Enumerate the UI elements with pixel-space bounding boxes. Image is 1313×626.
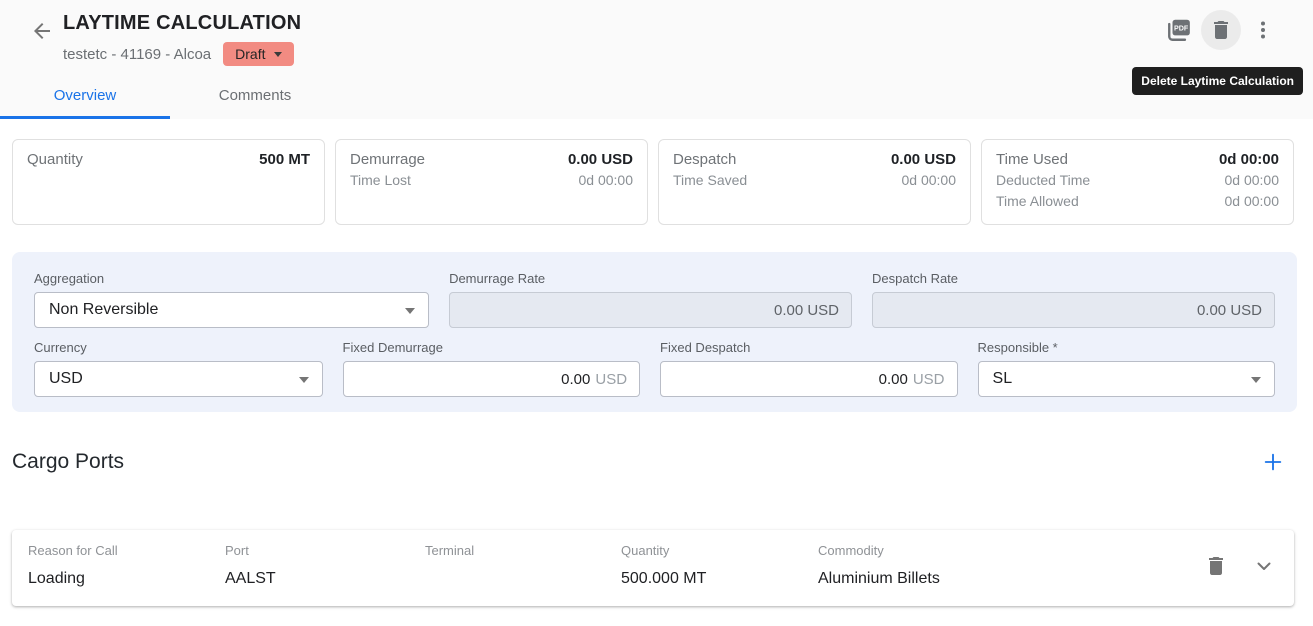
card-label: Time Saved bbox=[673, 170, 747, 191]
despatch-rate-field: Despatch Rate 0.00 USD bbox=[872, 271, 1275, 328]
laytime-calculation-page: LAYTIME CALCULATION testetc - 41169 - Al… bbox=[0, 0, 1313, 626]
field-label: Currency bbox=[34, 340, 323, 355]
pdf-icon: PDF bbox=[1166, 17, 1192, 43]
demurrage-rate-input: 0.00 USD bbox=[449, 292, 852, 328]
column-header-commodity: Commodity bbox=[818, 543, 1188, 558]
card-label: Quantity bbox=[27, 149, 83, 170]
card-label: Time Lost bbox=[350, 170, 411, 191]
responsible-value: SL bbox=[993, 370, 1013, 388]
despatch-rate-value: 0.00 USD bbox=[1197, 302, 1262, 319]
card-value: 0d 00:00 bbox=[1225, 191, 1280, 212]
field-label: Aggregation bbox=[34, 271, 429, 286]
chevron-down-icon bbox=[1252, 554, 1276, 578]
column-header-quantity: Quantity bbox=[621, 543, 818, 558]
voyage-reference: testetc - 41169 - Alcoa bbox=[63, 46, 211, 63]
despatch-rate-input: 0.00 USD bbox=[872, 292, 1275, 328]
field-label: Responsible * bbox=[978, 340, 1275, 355]
cargo-quantity-value: 500.000 MT bbox=[621, 569, 818, 589]
plus-icon bbox=[1262, 451, 1284, 473]
dropdown-caret-icon bbox=[299, 377, 309, 383]
card-value: 500 MT bbox=[259, 149, 310, 170]
delete-tooltip: Delete Laytime Calculation bbox=[1132, 67, 1303, 95]
despatch-card: Despatch 0.00 USD Time Saved 0d 00:00 bbox=[658, 139, 971, 225]
aggregation-select[interactable]: Non Reversible bbox=[34, 292, 429, 328]
field-label: Despatch Rate bbox=[872, 271, 1275, 286]
card-label: Time Allowed bbox=[996, 191, 1079, 212]
card-label: Despatch bbox=[673, 149, 736, 170]
card-value: 0.00 USD bbox=[891, 149, 956, 170]
aggregation-value: Non Reversible bbox=[49, 301, 158, 319]
demurrage-rate-value: 0.00 USD bbox=[774, 302, 839, 319]
currency-field: Currency USD bbox=[34, 340, 323, 397]
back-button[interactable] bbox=[28, 17, 56, 45]
fixed-despatch-value: 0.00 bbox=[879, 371, 908, 388]
card-label: Demurrage bbox=[350, 149, 425, 170]
fixed-demurrage-field: Fixed Demurrage 0.00 USD bbox=[343, 340, 640, 397]
card-label: Deducted Time bbox=[996, 170, 1090, 191]
page-title: LAYTIME CALCULATION bbox=[63, 12, 301, 35]
column-header-port: Port bbox=[225, 543, 425, 558]
currency-select[interactable]: USD bbox=[34, 361, 323, 397]
fixed-despatch-input[interactable]: 0.00 USD bbox=[660, 361, 957, 397]
status-badge-label: Draft bbox=[235, 46, 265, 62]
delete-button[interactable] bbox=[1201, 10, 1241, 50]
quantity-card: Quantity 500 MT bbox=[12, 139, 325, 225]
field-label: Fixed Demurrage bbox=[343, 340, 640, 355]
fixed-demurrage-input[interactable]: 0.00 USD bbox=[343, 361, 640, 397]
cargo-ports-header: Cargo Ports bbox=[12, 448, 1287, 476]
dropdown-caret-icon bbox=[1251, 377, 1261, 383]
trash-icon bbox=[1204, 554, 1228, 578]
time-used-card: Time Used 0d 00:00 Deducted Time 0d 00:0… bbox=[981, 139, 1294, 225]
cargo-terminal-value bbox=[425, 569, 621, 589]
arrow-left-icon bbox=[30, 19, 54, 43]
tab-comments[interactable]: Comments bbox=[170, 75, 340, 119]
caret-down-icon bbox=[274, 52, 282, 57]
page-header: LAYTIME CALCULATION testetc - 41169 - Al… bbox=[0, 0, 1313, 119]
currency-unit: USD bbox=[913, 371, 945, 388]
cargo-ports-title: Cargo Ports bbox=[12, 450, 124, 474]
card-label: Time Used bbox=[996, 149, 1068, 170]
currency-unit: USD bbox=[595, 371, 627, 388]
demurrage-rate-field: Demurrage Rate 0.00 USD bbox=[449, 271, 852, 328]
column-header-terminal: Terminal bbox=[425, 543, 621, 558]
card-value: 0d 00:00 bbox=[579, 170, 634, 191]
expand-cargo-port-button[interactable] bbox=[1244, 546, 1284, 586]
trash-icon bbox=[1209, 18, 1233, 42]
calculation-settings-panel: Aggregation Non Reversible Demurrage Rat… bbox=[12, 252, 1297, 412]
subtitle-row: testetc - 41169 - Alcoa Draft bbox=[63, 42, 301, 66]
tab-bar: Overview Comments bbox=[0, 75, 340, 119]
card-value: 0d 00:00 bbox=[902, 170, 957, 191]
dropdown-caret-icon bbox=[405, 308, 415, 314]
tab-overview[interactable]: Overview bbox=[0, 75, 170, 119]
fixed-demurrage-value: 0.00 bbox=[561, 371, 590, 388]
summary-cards: Quantity 500 MT Demurrage 0.00 USD Time … bbox=[12, 139, 1294, 225]
card-value: 0.00 USD bbox=[568, 149, 633, 170]
cargo-row-actions bbox=[1196, 546, 1284, 586]
cargo-port-row[interactable]: Reason for Call Port Terminal Quantity C… bbox=[12, 530, 1294, 606]
add-cargo-port-button[interactable] bbox=[1259, 448, 1287, 476]
cargo-port-grid: Reason for Call Port Terminal Quantity C… bbox=[28, 543, 1188, 589]
cargo-reason-value: Loading bbox=[28, 569, 225, 589]
fixed-despatch-field: Fixed Despatch 0.00 USD bbox=[660, 340, 957, 397]
title-block: LAYTIME CALCULATION testetc - 41169 - Al… bbox=[63, 12, 301, 66]
responsible-select[interactable]: SL bbox=[978, 361, 1275, 397]
more-vert-icon bbox=[1251, 18, 1275, 42]
header-actions: PDF bbox=[1159, 10, 1283, 50]
cargo-commodity-value: Aluminium Billets bbox=[818, 569, 1188, 589]
delete-cargo-port-button[interactable] bbox=[1196, 546, 1236, 586]
column-header-reason: Reason for Call bbox=[28, 543, 225, 558]
field-label: Fixed Despatch bbox=[660, 340, 957, 355]
demurrage-card: Demurrage 0.00 USD Time Lost 0d 00:00 bbox=[335, 139, 648, 225]
currency-value: USD bbox=[49, 370, 83, 388]
card-value: 0d 00:00 bbox=[1225, 170, 1280, 191]
responsible-field: Responsible * SL bbox=[978, 340, 1275, 397]
aggregation-field: Aggregation Non Reversible bbox=[34, 271, 429, 328]
status-badge[interactable]: Draft bbox=[223, 42, 294, 66]
export-pdf-button[interactable]: PDF bbox=[1159, 10, 1199, 50]
more-options-button[interactable] bbox=[1243, 10, 1283, 50]
field-label: Demurrage Rate bbox=[449, 271, 852, 286]
cargo-port-value: AALST bbox=[225, 569, 425, 589]
card-value: 0d 00:00 bbox=[1219, 149, 1279, 170]
svg-text:PDF: PDF bbox=[1174, 25, 1189, 33]
